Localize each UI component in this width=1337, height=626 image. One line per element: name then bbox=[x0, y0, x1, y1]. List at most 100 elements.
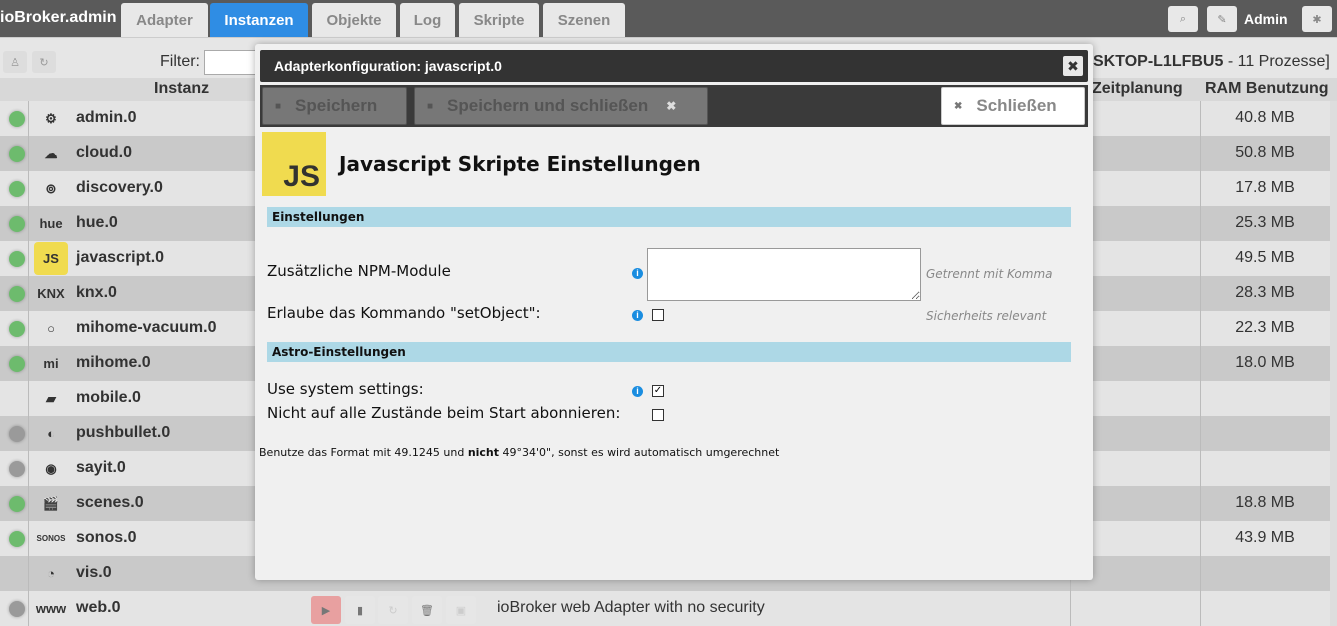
play-button[interactable]: ▶ bbox=[311, 596, 341, 624]
gear-icon[interactable]: ✱ bbox=[1302, 6, 1332, 32]
ram-usage: 50.8 MB bbox=[1235, 144, 1295, 161]
status-indicator bbox=[9, 111, 25, 127]
instance-name[interactable]: knx.0 bbox=[76, 284, 117, 302]
adapter-icon: www bbox=[35, 601, 67, 616]
col-schedule[interactable]: Zeitplanung bbox=[1092, 80, 1183, 98]
adapter-icon: ⚙ bbox=[45, 110, 57, 126]
instance-name[interactable]: discovery.0 bbox=[76, 179, 163, 197]
subscribe-checkbox[interactable] bbox=[652, 409, 664, 421]
filter-label: Filter: bbox=[160, 53, 200, 70]
table-row[interactable]: www web.0 ▶ ▮ ↻ 🗑 ▣ ioBroker web Adapter… bbox=[0, 591, 1330, 626]
refresh-icon[interactable]: ↻ bbox=[32, 51, 56, 73]
npm-modules-input[interactable] bbox=[647, 248, 921, 301]
divider bbox=[1200, 381, 1201, 416]
instance-name[interactable]: mobile.0 bbox=[76, 389, 141, 407]
divider bbox=[28, 521, 29, 556]
divider bbox=[28, 311, 29, 346]
save-close-button[interactable]: ■ Speichern und schließen ✖ bbox=[414, 87, 708, 125]
status-indicator bbox=[9, 461, 25, 477]
edit-icon[interactable]: ✎ bbox=[1207, 6, 1237, 32]
delete-icon[interactable]: 🗑 bbox=[412, 596, 442, 624]
divider bbox=[28, 486, 29, 521]
status-indicator bbox=[9, 566, 25, 582]
ram-usage: 25.3 MB bbox=[1235, 214, 1295, 231]
top-bar: ioBroker.admin Adapter Instanzen Objekte… bbox=[0, 0, 1337, 37]
ram-usage: 43.9 MB bbox=[1235, 529, 1295, 546]
divider bbox=[28, 101, 29, 136]
save-close-label: Speichern und schließen bbox=[447, 96, 649, 115]
tab-log[interactable]: Log bbox=[400, 3, 455, 37]
close-label: Schließen bbox=[976, 96, 1057, 115]
instance-name[interactable]: cloud.0 bbox=[76, 144, 132, 162]
instance-name[interactable]: web.0 bbox=[76, 599, 120, 617]
instance-name[interactable]: admin.0 bbox=[76, 109, 136, 127]
instance-name[interactable]: mihome.0 bbox=[76, 354, 151, 372]
tab-objekte[interactable]: Objekte bbox=[312, 3, 396, 37]
divider bbox=[28, 241, 29, 276]
adapter-icon: 🎬 bbox=[42, 495, 60, 511]
adapter-icon: JS bbox=[34, 242, 68, 275]
instance-name[interactable]: scenes.0 bbox=[76, 494, 144, 512]
user-name[interactable]: Admin bbox=[1244, 11, 1288, 27]
info-icon[interactable]: i bbox=[632, 268, 643, 279]
user-icon[interactable]: ♙ bbox=[3, 51, 27, 73]
divider bbox=[28, 381, 29, 416]
adapter-icon: ▰ bbox=[46, 390, 56, 406]
dialog-button-bar: ■ Speichern ■ Speichern und schließen ✖ ✖ Sc… bbox=[260, 85, 1088, 127]
note-text: 49°34'0", sonst es wird automatisch umge… bbox=[499, 446, 780, 459]
instance-name[interactable]: pushbullet.0 bbox=[76, 424, 170, 442]
adapter-icon: mi bbox=[43, 356, 59, 371]
divider bbox=[1200, 591, 1201, 626]
brand: ioBroker.admin bbox=[0, 9, 117, 26]
image-icon[interactable]: ▣ bbox=[446, 596, 476, 624]
save-icon: ■ bbox=[427, 100, 434, 112]
instance-name[interactable]: sayit.0 bbox=[76, 459, 126, 477]
adapter-icon: hue bbox=[39, 216, 63, 231]
col-instance[interactable]: Instanz bbox=[154, 80, 209, 98]
divider bbox=[28, 591, 29, 626]
tab-szenen[interactable]: Szenen bbox=[543, 3, 625, 37]
ram-usage: 17.8 MB bbox=[1235, 179, 1295, 196]
instance-name[interactable]: vis.0 bbox=[76, 564, 112, 582]
tab-instanzen[interactable]: Instanzen bbox=[210, 3, 308, 37]
status-indicator bbox=[9, 356, 25, 372]
close-icon: ✖ bbox=[666, 99, 677, 113]
settings-button[interactable]: ▮ bbox=[345, 596, 375, 624]
info-icon[interactable]: i bbox=[632, 310, 643, 321]
tab-skripte[interactable]: Skripte bbox=[459, 3, 539, 37]
save-button[interactable]: ■ Speichern bbox=[262, 87, 407, 125]
section-einstellungen: Einstellungen bbox=[267, 207, 1071, 227]
setobject-hint: Sicherheits relevant bbox=[926, 309, 1047, 323]
save-icon: ■ bbox=[275, 100, 282, 112]
divider bbox=[28, 206, 29, 241]
host-info: SKTOP-L1LFBU5 - 11 Prozesse] bbox=[1093, 53, 1330, 71]
instance-name[interactable]: javascript.0 bbox=[76, 249, 164, 267]
restart-button[interactable]: ↻ bbox=[378, 596, 408, 624]
save-label: Speichern bbox=[295, 96, 378, 115]
close-icon[interactable]: ✖ bbox=[1063, 56, 1083, 76]
tab-adapter[interactable]: Adapter bbox=[121, 3, 208, 37]
status-indicator bbox=[9, 531, 25, 547]
search-icon[interactable]: ⌕ bbox=[1168, 6, 1198, 32]
ram-usage: 18.8 MB bbox=[1235, 494, 1295, 511]
ram-usage: 22.3 MB bbox=[1235, 319, 1295, 336]
instance-name[interactable]: sonos.0 bbox=[76, 529, 136, 547]
divider bbox=[28, 136, 29, 171]
system-settings-checkbox[interactable]: ✓ bbox=[652, 385, 664, 397]
ram-usage: 18.0 MB bbox=[1235, 354, 1295, 371]
ram-usage: 49.5 MB bbox=[1235, 249, 1295, 266]
dialog-heading: Javascript Skripte Einstellungen bbox=[339, 152, 701, 176]
status-indicator bbox=[9, 601, 25, 617]
divider bbox=[28, 276, 29, 311]
npm-hint: Getrennt mit Komma bbox=[926, 267, 1053, 281]
divider bbox=[28, 346, 29, 381]
npm-label: Zusätzliche NPM-Module bbox=[267, 262, 451, 280]
divider bbox=[1200, 451, 1201, 486]
instance-name[interactable]: mihome-vacuum.0 bbox=[76, 319, 216, 337]
subscribe-label: Nicht auf alle Zustände beim Start abonn… bbox=[267, 404, 621, 422]
setobject-checkbox[interactable] bbox=[652, 309, 664, 321]
info-icon[interactable]: i bbox=[632, 386, 643, 397]
instance-name[interactable]: hue.0 bbox=[76, 214, 118, 232]
close-button[interactable]: ✖ Schließen bbox=[941, 87, 1085, 125]
col-ram[interactable]: RAM Benutzung bbox=[1205, 80, 1329, 98]
